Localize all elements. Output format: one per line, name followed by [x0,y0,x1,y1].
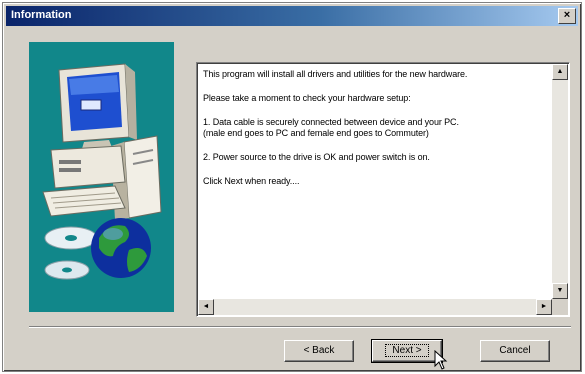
info-text-area[interactable]: This program will install all drivers an… [196,62,570,317]
arrow-up-icon: ▲ [556,68,564,75]
arrow-left-icon: ◄ [202,303,210,310]
globe-icon [91,218,151,278]
computer-icon [42,63,162,220]
close-icon: × [563,9,571,21]
message-paragraph-3: 1. Data cable is securely connected betw… [203,117,459,138]
scroll-left-button[interactable]: ◄ [198,299,214,315]
message-paragraph-2: Please take a moment to check your hardw… [203,93,411,103]
title-bar[interactable]: Information × [6,6,578,26]
back-button-label: < Back [303,345,335,356]
arrow-right-icon: ► [540,303,548,310]
message-text: This program will install all drivers an… [203,69,543,200]
message-paragraph-5: Click Next when ready.... [203,176,300,186]
window-title: Information [11,9,72,21]
vertical-scrollbar[interactable]: ▲ ▼ [552,64,568,299]
next-button-label: Next > [385,344,429,357]
scroll-right-button[interactable]: ► [536,299,552,315]
scrollbar-corner [552,299,568,315]
scroll-up-button[interactable]: ▲ [552,64,568,80]
cd-disc-icon [44,226,98,280]
back-button[interactable]: < Back [284,340,354,362]
scroll-down-button[interactable]: ▼ [552,283,568,299]
mouse-cursor-icon [434,350,448,370]
close-button[interactable]: × [558,8,576,24]
message-paragraph-1: This program will install all drivers an… [203,69,468,79]
button-separator [29,326,571,328]
next-button[interactable]: Next > [371,339,443,363]
horizontal-scrollbar[interactable]: ◄ ► [198,299,552,315]
cancel-button[interactable]: Cancel [480,340,550,362]
cancel-button-label: Cancel [499,345,531,356]
wizard-artwork-panel [29,42,174,312]
arrow-down-icon: ▼ [556,287,564,294]
message-paragraph-4: 2. Power source to the drive is OK and p… [203,152,430,162]
